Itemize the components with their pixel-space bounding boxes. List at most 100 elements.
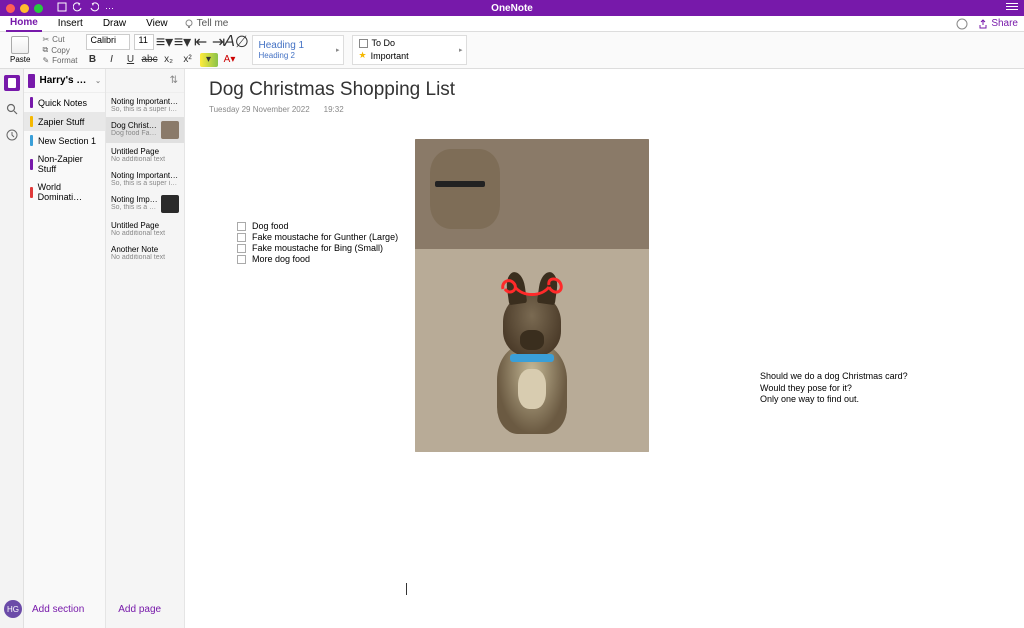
checkbox[interactable] [237,233,246,242]
page-item-title: Noting Imp… [111,195,158,204]
text-note[interactable]: Should we do a dog Christmas card?Would … [760,371,908,406]
scissors-icon: ✂ [42,35,49,44]
menu-insert[interactable]: Insert [54,16,87,31]
titlebar-menu-icon[interactable] [1006,0,1018,17]
checklist-text[interactable]: Dog food [252,221,289,231]
font-color-button[interactable]: A▾ [223,53,237,67]
page-item[interactable]: Untitled PageNo additional text [106,217,184,241]
save-icon[interactable] [57,0,67,17]
page-item-preview: So, this is a super im… [111,106,179,113]
font-size-select[interactable]: 11 [134,34,154,50]
checklist-text[interactable]: Fake moustache for Gunther (Large) [252,232,398,242]
highlight-button[interactable]: ▾ [200,53,218,67]
titlebar: ⋯ OneNote [0,0,1024,16]
checkbox[interactable] [237,255,246,264]
close-window[interactable] [6,4,15,13]
ribbon: Paste ✂Cut ⧉Copy ✎Format Calibri 11 ≡▾ ≡… [0,32,1024,69]
superscript-button[interactable]: x² [181,53,195,67]
page-item-title: Noting Important… [111,171,179,180]
inserted-image[interactable] [415,139,649,452]
menu-home[interactable]: Home [6,15,42,32]
section-item[interactable]: Zapier Stuff [24,112,105,131]
notebook-selector[interactable]: Harry's Notebook ⌄ [24,69,105,93]
section-label: Zapier Stuff [38,117,84,127]
page-title[interactable]: Dog Christmas Shopping List [209,79,455,101]
rail-recent[interactable] [4,127,20,143]
share-button[interactable]: Share [978,18,1018,29]
clipboard-icon [11,36,29,54]
checklist-text[interactable]: More dog food [252,254,310,264]
tags-gallery[interactable]: To Do ★Important ▸ [352,35,467,65]
page-item[interactable]: Noting Imp…So, this is a s… [106,191,184,217]
menu-draw[interactable]: Draw [99,16,130,31]
section-item[interactable]: Quick Notes [24,93,105,112]
section-color-bar [30,135,33,146]
page-thumbnail [161,195,179,213]
add-section-button[interactable]: Add section [32,604,84,615]
number-list-button[interactable]: ≡▾ [176,35,190,49]
undo-icon[interactable] [73,0,83,17]
user-avatar[interactable]: HG [4,600,22,618]
page-item-title: Noting Important… [111,97,179,106]
sort-icon[interactable]: ⇅ [170,75,178,86]
brush-icon: ✎ [42,56,49,65]
styles-gallery[interactable]: Heading 1 Heading 2 ▸ [252,35,344,65]
page-item[interactable]: Untitled PageNo additional text [106,143,184,167]
menu-view[interactable]: View [142,16,172,31]
cut-button[interactable]: ✂Cut [42,35,77,44]
italic-button[interactable]: I [105,53,119,67]
subscript-button[interactable]: x₂ [162,53,176,67]
page-item[interactable]: Another NoteNo additional text [106,241,184,265]
paste-button[interactable]: Paste [10,36,30,64]
checkbox[interactable] [237,244,246,253]
section-item[interactable]: New Section 1 [24,131,105,150]
page-item-title: Another Note [111,245,179,254]
more-icon[interactable]: ⋯ [105,3,114,14]
add-page-button[interactable]: Add page [118,604,161,615]
copy-button[interactable]: ⧉Copy [42,45,77,55]
tell-me[interactable]: Tell me [184,18,229,29]
font-family-select[interactable]: Calibri [86,34,130,50]
notification-icon[interactable] [956,18,968,30]
page-item[interactable]: Dog Christ…Dog food Fa… [106,117,184,143]
text-cursor [406,583,407,595]
page-column: ⇅ Noting Important…So, this is a super i… [106,69,185,628]
page-item[interactable]: Noting Important…So, this is a super im… [106,93,184,117]
lightbulb-icon [184,19,194,29]
page-item-title: Untitled Page [111,221,179,230]
section-label: New Section 1 [38,136,96,146]
format-painter-button[interactable]: ✎Format [42,56,77,65]
redo-icon[interactable] [89,0,99,17]
underline-button[interactable]: U [124,53,138,67]
star-icon: ★ [359,50,367,61]
page-item-title: Untitled Page [111,147,179,156]
outdent-button[interactable]: ⇤ [194,35,208,49]
left-rail [0,69,24,628]
page-thumbnail [161,121,179,139]
page-item[interactable]: Noting Important…So, this is a super im… [106,167,184,191]
share-icon [978,19,988,29]
section-item[interactable]: Non-Zapier Stuff [24,150,105,178]
notebook-icon [28,74,35,88]
maximize-window[interactable] [34,4,43,13]
section-item[interactable]: World Dominati… [24,178,105,206]
rail-notebooks[interactable] [4,75,20,91]
checkbox[interactable] [237,222,246,231]
rail-search[interactable] [4,101,20,117]
bold-button[interactable]: B [86,53,100,67]
copy-icon: ⧉ [42,45,48,55]
clear-format-button[interactable]: A∅ [230,35,244,49]
menubar: Home Insert Draw View Tell me Share [0,16,1024,32]
footer: HG Add section Add page [0,600,161,618]
chevron-down-icon: ▸ [336,46,340,54]
chevron-down-icon: ▸ [459,46,463,54]
minimize-window[interactable] [20,4,29,13]
page-item-preview: So, this is a super im… [111,180,179,187]
bullet-list-button[interactable]: ≡▾ [158,35,172,49]
page-item-preview: No additional text [111,230,179,237]
strike-button[interactable]: abc [143,53,157,67]
note-canvas[interactable]: Dog Christmas Shopping List Tuesday 29 N… [185,69,1024,628]
checkbox-icon [359,39,368,48]
checklist[interactable]: Dog foodFake moustache for Gunther (Larg… [237,221,398,265]
checklist-text[interactable]: Fake moustache for Bing (Small) [252,243,383,253]
